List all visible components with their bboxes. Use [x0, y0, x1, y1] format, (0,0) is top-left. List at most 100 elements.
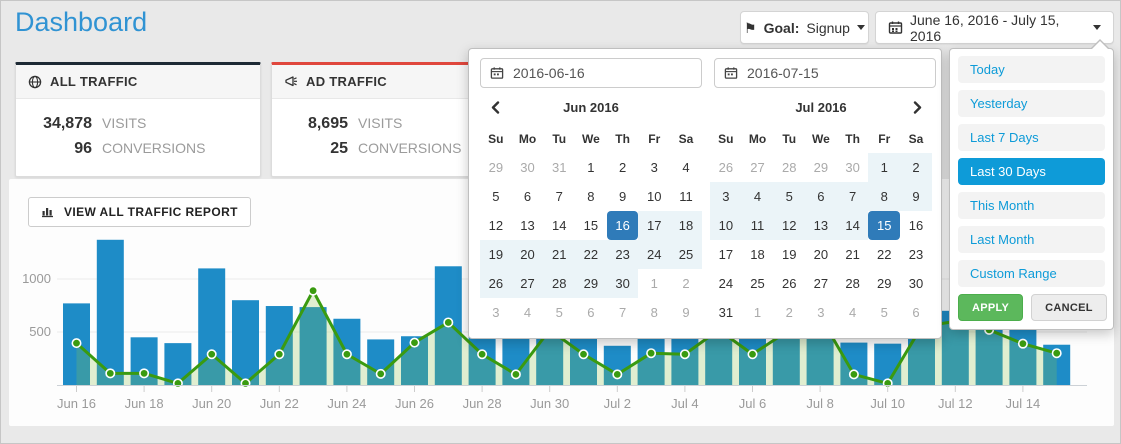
day-cell[interactable]: 18 — [670, 211, 702, 240]
conversions-point[interactable] — [579, 350, 587, 358]
day-cell[interactable]: 24 — [638, 240, 670, 269]
day-cell[interactable]: 13 — [805, 211, 837, 240]
day-cell[interactable]: 19 — [773, 240, 805, 269]
day-cell[interactable]: 7 — [837, 182, 869, 211]
apply-button[interactable]: APPLY — [958, 294, 1023, 321]
conversions-point[interactable] — [512, 370, 520, 378]
day-cell[interactable]: 3 — [638, 153, 670, 182]
end-date-field[interactable] — [714, 58, 936, 88]
day-cell[interactable]: 3 — [480, 298, 512, 327]
day-cell[interactable]: 10 — [638, 182, 670, 211]
conversions-point[interactable] — [681, 350, 689, 358]
day-cell[interactable]: 10 — [710, 211, 742, 240]
day-cell[interactable]: 23 — [607, 240, 639, 269]
day-cell[interactable]: 8 — [575, 182, 607, 211]
day-cell[interactable]: 28 — [543, 269, 575, 298]
conversions-point[interactable] — [106, 369, 114, 377]
day-cell[interactable]: 30 — [607, 269, 639, 298]
day-cell[interactable]: 29 — [868, 269, 900, 298]
cancel-button[interactable]: CANCEL — [1031, 294, 1107, 321]
day-cell[interactable]: 4 — [742, 182, 774, 211]
range-preset-last-30-days[interactable]: Last 30 Days — [958, 158, 1105, 185]
day-cell[interactable]: 22 — [868, 240, 900, 269]
day-cell[interactable]: 2 — [670, 269, 702, 298]
conversions-point[interactable] — [613, 370, 621, 378]
day-cell[interactable]: 13 — [512, 211, 544, 240]
range-preset-this-month[interactable]: This Month — [958, 192, 1105, 219]
day-cell[interactable]: 18 — [742, 240, 774, 269]
range-preset-today[interactable]: Today — [958, 56, 1105, 83]
day-cell[interactable]: 2 — [900, 153, 932, 182]
conversions-point[interactable] — [410, 338, 418, 346]
conversions-point[interactable] — [275, 350, 283, 358]
range-preset-yesterday[interactable]: Yesterday — [958, 90, 1105, 117]
day-cell[interactable]: 20 — [805, 240, 837, 269]
daterange-dropdown-button[interactable]: June 16, 2016 - July 15, 2016 — [875, 11, 1114, 44]
conversions-point[interactable] — [444, 318, 452, 326]
day-cell[interactable]: 8 — [868, 182, 900, 211]
selected-day-cell[interactable]: 15 — [868, 211, 900, 240]
day-cell[interactable]: 4 — [837, 298, 869, 327]
day-cell[interactable]: 30 — [900, 269, 932, 298]
range-preset-last-month[interactable]: Last Month — [958, 226, 1105, 253]
day-cell[interactable]: 6 — [805, 182, 837, 211]
day-cell[interactable]: 26 — [710, 153, 742, 182]
day-cell[interactable]: 29 — [805, 153, 837, 182]
day-cell[interactable]: 31 — [543, 153, 575, 182]
day-cell[interactable]: 29 — [480, 153, 512, 182]
day-cell[interactable]: 7 — [543, 182, 575, 211]
day-cell[interactable]: 12 — [480, 211, 512, 240]
conversions-point[interactable] — [377, 370, 385, 378]
day-cell[interactable]: 21 — [837, 240, 869, 269]
day-cell[interactable]: 14 — [837, 211, 869, 240]
day-cell[interactable]: 30 — [512, 153, 544, 182]
conversions-point[interactable] — [748, 350, 756, 358]
day-cell[interactable]: 15 — [575, 211, 607, 240]
day-cell[interactable]: 14 — [543, 211, 575, 240]
day-cell[interactable]: 28 — [837, 269, 869, 298]
day-cell[interactable]: 12 — [773, 211, 805, 240]
day-cell[interactable]: 3 — [710, 182, 742, 211]
conversions-point[interactable] — [309, 286, 317, 294]
day-cell[interactable]: 11 — [670, 182, 702, 211]
day-cell[interactable]: 28 — [773, 153, 805, 182]
conversions-point[interactable] — [208, 350, 216, 358]
day-cell[interactable]: 21 — [543, 240, 575, 269]
day-cell[interactable]: 22 — [575, 240, 607, 269]
day-cell[interactable]: 5 — [543, 298, 575, 327]
day-cell[interactable]: 9 — [670, 298, 702, 327]
day-cell[interactable]: 17 — [638, 211, 670, 240]
day-cell[interactable]: 3 — [805, 298, 837, 327]
day-cell[interactable]: 25 — [742, 269, 774, 298]
conversions-point[interactable] — [72, 339, 80, 347]
range-preset-custom-range[interactable]: Custom Range — [958, 260, 1105, 287]
conversions-point[interactable] — [850, 370, 858, 378]
day-cell[interactable]: 16 — [900, 211, 932, 240]
day-cell[interactable]: 27 — [805, 269, 837, 298]
selected-day-cell[interactable]: 16 — [607, 211, 639, 240]
day-cell[interactable]: 26 — [480, 269, 512, 298]
day-cell[interactable]: 2 — [773, 298, 805, 327]
conversions-point[interactable] — [241, 379, 249, 387]
conversions-point[interactable] — [478, 350, 486, 358]
day-cell[interactable]: 31 — [710, 298, 742, 327]
conversions-point[interactable] — [140, 369, 148, 377]
day-cell[interactable]: 17 — [710, 240, 742, 269]
conversions-point[interactable] — [647, 349, 655, 357]
day-cell[interactable]: 9 — [607, 182, 639, 211]
day-cell[interactable]: 1 — [575, 153, 607, 182]
day-cell[interactable]: 23 — [900, 240, 932, 269]
day-cell[interactable]: 6 — [900, 298, 932, 327]
visits-bar[interactable] — [232, 300, 259, 385]
day-cell[interactable]: 7 — [607, 298, 639, 327]
day-cell[interactable]: 2 — [607, 153, 639, 182]
day-cell[interactable]: 6 — [575, 298, 607, 327]
day-cell[interactable]: 8 — [638, 298, 670, 327]
day-cell[interactable]: 11 — [742, 211, 774, 240]
day-cell[interactable]: 29 — [575, 269, 607, 298]
conversions-point[interactable] — [1053, 349, 1061, 357]
day-cell[interactable]: 9 — [900, 182, 932, 211]
day-cell[interactable]: 5 — [480, 182, 512, 211]
day-cell[interactable]: 5 — [868, 298, 900, 327]
day-cell[interactable]: 27 — [512, 269, 544, 298]
